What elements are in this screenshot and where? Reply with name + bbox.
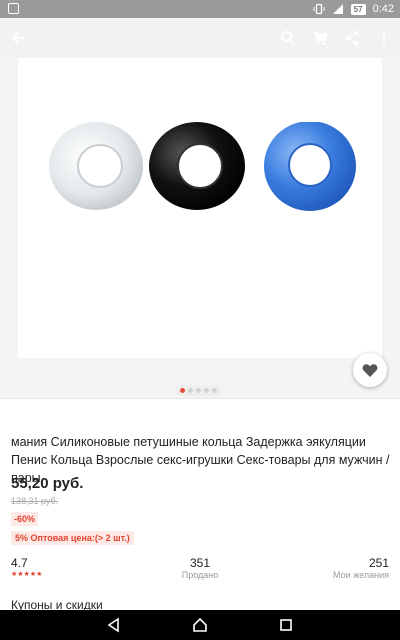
share-button[interactable] xyxy=(340,26,364,50)
search-button[interactable] xyxy=(276,26,300,50)
product-gallery[interactable] xyxy=(0,58,400,398)
wishlist-label: Мои желания xyxy=(333,570,389,580)
sold-block: 351 Продано xyxy=(182,556,219,581)
rating-value: 4.7 xyxy=(11,556,28,570)
share-icon xyxy=(345,30,359,46)
nav-back-icon[interactable] xyxy=(106,617,122,633)
back-button[interactable] xyxy=(6,26,30,50)
product-price: 55,20 руб. xyxy=(11,475,84,492)
sold-label: Продано xyxy=(181,570,219,580)
system-nav-bar xyxy=(0,610,400,640)
notification-icon xyxy=(8,3,19,14)
signal-icon xyxy=(332,4,343,14)
pager-dot[interactable] xyxy=(204,388,209,393)
product-stats: 4.7 ★★★★★ 351 Продано 251 Мои желания xyxy=(0,556,400,586)
discount-badge: -60% xyxy=(11,512,39,526)
original-price: 138,31 руб. xyxy=(11,496,59,506)
shopping-cart-icon xyxy=(313,31,328,45)
sold-count: 351 xyxy=(189,556,211,570)
product-image[interactable] xyxy=(18,58,382,358)
more-vertical-icon xyxy=(382,31,386,45)
vibrate-icon xyxy=(313,3,325,15)
heart-icon xyxy=(362,363,378,377)
wishlist-count: 251 xyxy=(368,556,389,570)
app-screen: 57 0:42 мания Силиконовые петушиные коль… xyxy=(0,0,400,640)
pager-dot[interactable] xyxy=(212,388,217,393)
image-pager xyxy=(176,385,221,396)
product-details: мания Силиконовые петушиные кольца Задер… xyxy=(0,398,400,612)
pager-dot-active[interactable] xyxy=(180,388,185,393)
nav-recents-icon[interactable] xyxy=(278,617,294,633)
status-bar: 57 0:42 xyxy=(0,0,400,18)
battery-icon: 57 xyxy=(350,3,366,15)
arrow-left-icon xyxy=(11,31,25,45)
ring-blue xyxy=(264,122,356,211)
status-time: 0:42 xyxy=(372,3,394,15)
pager-dot[interactable] xyxy=(188,388,193,393)
wishlist-count-block[interactable]: 251 Мои желания xyxy=(333,556,389,581)
wishlist-button[interactable] xyxy=(353,353,387,387)
search-icon xyxy=(281,31,296,46)
ring-clear xyxy=(49,122,143,210)
rings-illustration xyxy=(49,122,356,211)
top-toolbar xyxy=(0,18,400,58)
wholesale-price-badge[interactable]: 5% Оптовая цена:(> 2 шт.) xyxy=(11,531,134,545)
rating-block[interactable]: 4.7 ★★★★★ xyxy=(11,556,42,579)
rating-stars-icon: ★★★★★ xyxy=(11,571,43,578)
pager-dot[interactable] xyxy=(196,388,201,393)
cart-button[interactable] xyxy=(308,26,332,50)
more-button[interactable] xyxy=(372,26,396,50)
ring-black xyxy=(149,122,245,210)
status-icons: 57 0:42 xyxy=(313,0,394,18)
nav-home-icon[interactable] xyxy=(192,617,208,633)
